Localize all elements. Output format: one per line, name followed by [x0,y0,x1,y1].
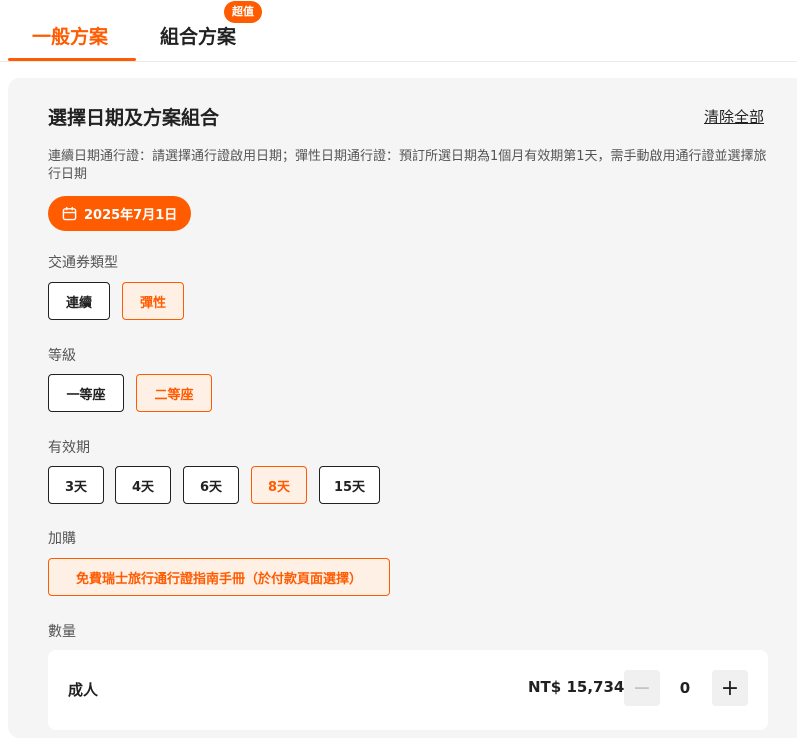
class-first[interactable]: 一等座 [48,374,124,412]
adult-label: 成人 [68,681,99,699]
calendar-icon [62,206,77,221]
selected-date: 2025年7月1日 [84,208,178,223]
plus-icon: + [720,675,740,701]
clear-all-link[interactable]: 清除全部 [704,106,764,127]
minus-icon: − [632,675,652,701]
adult-price: NT$ 15,734 [528,678,625,696]
adult-quantity-value: 0 [679,679,691,697]
addon-label: 加購 [48,531,76,547]
class-label: 等級 [48,348,76,364]
tab-combo-plan[interactable]: 組合方案 [160,22,236,49]
tab-standard-plan[interactable]: 一般方案 [32,22,108,49]
validity-6-days[interactable]: 6天 [183,466,239,504]
decrement-button[interactable]: − [624,670,660,706]
class-second[interactable]: 二等座 [136,374,212,412]
plan-tabs: 一般方案 組合方案 超值 [0,0,797,62]
section-title: 選擇日期及方案組合 [48,107,220,129]
quantity-card [48,650,768,730]
validity-15-days[interactable]: 15天 [319,466,380,504]
pass-description: 連續日期通行證：請選擇通行證啟用日期；彈性日期通行證：預訂所選日期為1個月有效期… [48,149,767,182]
combo-value-badge: 超值 [224,1,262,23]
validity-3-days[interactable]: 3天 [48,466,104,504]
quantity-label: 數量 [48,624,76,640]
addon-guidebook-option[interactable]: 免費瑞士旅行通行證指南手冊（於付款頁面選擇） [48,558,390,596]
validity-label: 有效期 [48,440,90,456]
active-tab-indicator [8,58,136,61]
pass-type-consecutive[interactable]: 連續 [48,282,110,320]
validity-4-days[interactable]: 4天 [115,466,171,504]
pass-type-label: 交通券類型 [48,255,118,271]
date-picker-button[interactable]: 2025年7月1日 [48,196,192,231]
validity-8-days[interactable]: 8天 [251,466,307,504]
increment-button[interactable]: + [712,670,748,706]
pass-type-flexi[interactable]: 彈性 [122,282,184,320]
